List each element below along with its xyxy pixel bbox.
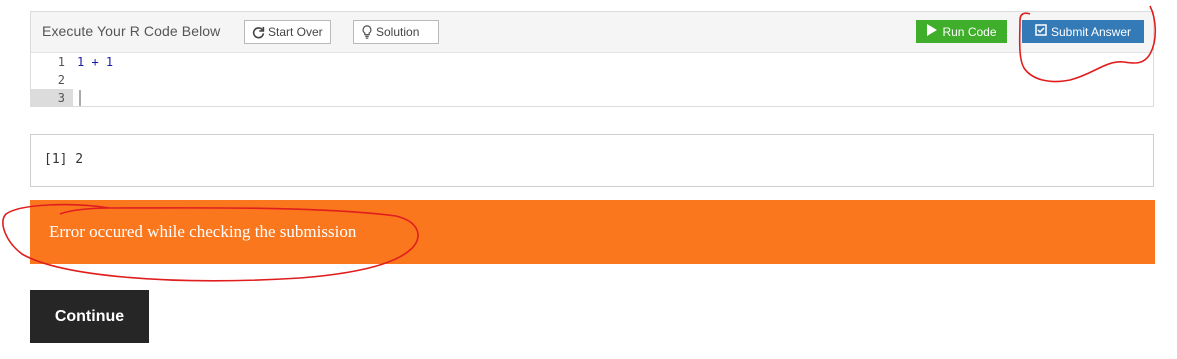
line-number: 1: [57, 55, 65, 69]
continue-button[interactable]: Continue: [30, 290, 149, 343]
exercise-title: Execute Your R Code Below: [42, 23, 221, 39]
editor-toolbar: Execute Your R Code Below Start Over Sol…: [31, 12, 1153, 53]
code-line: 1 + 1: [77, 55, 114, 69]
refresh-icon: [252, 26, 265, 39]
start-over-label: Start Over: [268, 25, 323, 39]
code-editor[interactable]: 1 2 3 1 + 1: [31, 53, 1153, 107]
run-code-label: Run Code: [942, 24, 997, 39]
line-number-active: 3: [31, 89, 73, 107]
output-text: [1] 2: [44, 152, 84, 167]
line-number: 2: [57, 73, 65, 87]
error-message: Error occured while checking the submiss…: [49, 222, 357, 241]
code-output: [1] 2: [30, 134, 1154, 187]
error-alert: Error occured while checking the submiss…: [30, 200, 1155, 264]
code-area[interactable]: 1 + 1: [77, 53, 1153, 106]
play-icon: [926, 23, 938, 40]
checkbox-icon: [1035, 24, 1047, 39]
submit-answer-button[interactable]: Submit Answer: [1022, 20, 1144, 43]
solution-button[interactable]: Solution: [353, 20, 439, 44]
start-over-button[interactable]: Start Over: [244, 20, 331, 44]
solution-label: Solution: [376, 25, 420, 39]
run-code-button[interactable]: Run Code: [916, 20, 1007, 43]
line-number-gutter: 1 2 3: [31, 53, 73, 107]
lightbulb-icon: [361, 25, 373, 39]
submit-answer-label: Submit Answer: [1050, 24, 1132, 39]
code-exercise-panel: Execute Your R Code Below Start Over Sol…: [30, 11, 1154, 107]
text-cursor: [79, 90, 81, 106]
